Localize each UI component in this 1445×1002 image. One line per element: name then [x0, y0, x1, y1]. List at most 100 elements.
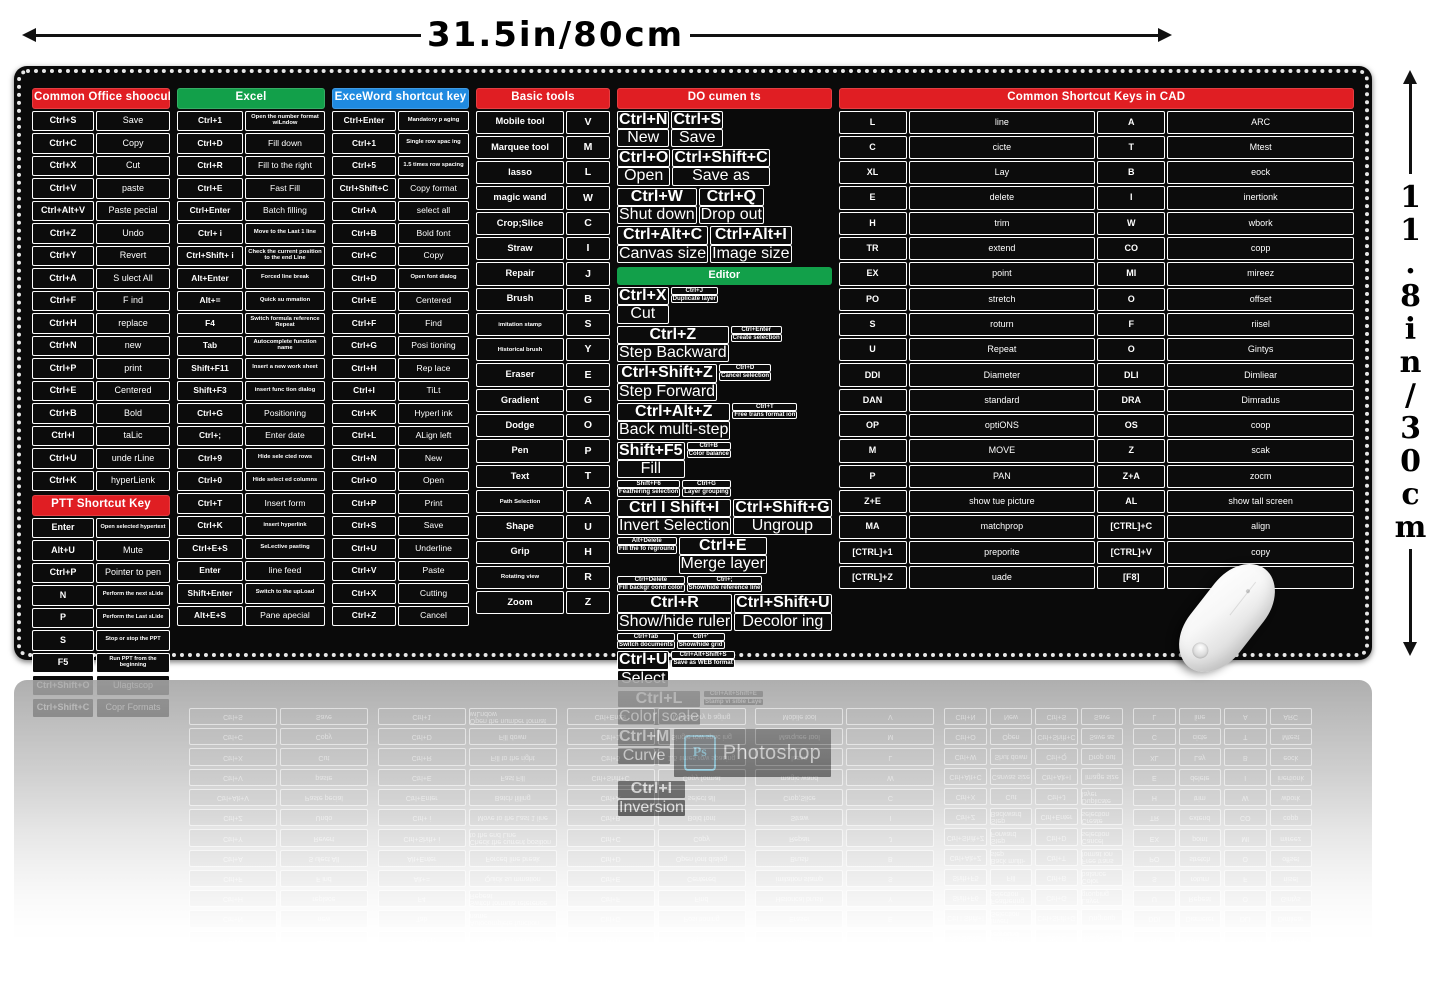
shortcut-key: Ctrl+Alt+C — [617, 226, 709, 245]
reflection-cell: Repair — [755, 829, 844, 847]
reflection-cell: Fill down — [468, 728, 557, 746]
table-row: Ctrl+E Fast Fill — [177, 178, 325, 199]
reflection-row: Ctrl+O Open Ctrl+Shift+C Save as — [944, 728, 1124, 746]
shortcut-key: Shift+Enter — [177, 583, 243, 604]
reflection-row: XL Lay Beock — [1133, 748, 1312, 766]
shortcut-action: Stop or stop the PPT — [96, 630, 170, 651]
table-row: Ctrl+O Open Ctrl+Shift+C Save as — [617, 149, 832, 186]
shortcut-action: Rep lace — [398, 358, 469, 379]
shortcut-action: align — [1167, 515, 1355, 539]
shortcut-action: zocm — [1167, 464, 1355, 488]
reflection-cell: U — [1133, 890, 1176, 908]
reflection-cell: Batch filling — [468, 788, 557, 807]
block-header-documents: DO cumen ts — [617, 88, 832, 109]
table-row: Ctrl+Shift+ i Check the current position … — [177, 245, 325, 266]
reflection-row: Ctrl+D Fill down — [377, 728, 557, 746]
reflection-cell: Alt+= — [377, 869, 466, 888]
reflection-cell: Cut — [279, 748, 368, 766]
reflection-cell: stretch — [1178, 849, 1222, 867]
pad-reflection: Ctrl+S Save Ctrl+C Copy Ctrl+X Cut Ctrl+V paste… — [14, 680, 1372, 980]
reflection-cell: Cancel selection — [1080, 828, 1124, 846]
table-row: Ctrl+P print — [32, 358, 170, 379]
table-row: magic wand W — [476, 186, 610, 210]
row-half-right: OS coop — [1097, 414, 1355, 438]
shortcut-block-cad: Common Shortcut Keys in CAD Lline A ARC Ccic… — [838, 88, 1355, 590]
reflection-cell: Centered — [279, 950, 368, 969]
shortcut-key: Ctrl+F — [32, 290, 94, 311]
reflection-cell: Undo — [279, 809, 368, 827]
reflection-row: Ctrl+N new — [189, 910, 368, 928]
shortcut-key: Gradient — [476, 388, 564, 413]
row-half-left: MA matchprop — [838, 515, 1096, 539]
shortcut-key: magic wand — [476, 186, 564, 210]
shortcut-key: Ctrl+0 — [177, 470, 243, 491]
row-half-right: Friisel — [1097, 312, 1355, 337]
shortcut-key: M — [838, 439, 907, 463]
reflection-row: Mobile tool V — [755, 708, 935, 726]
shortcut-action: Drop out — [698, 206, 764, 225]
shortcut-action: Autocomplete function name — [245, 335, 325, 356]
shortcut-key: imitation stamp — [476, 312, 564, 337]
reflection-cell: F4 — [377, 890, 466, 908]
shortcut-action: Perform the next sLide — [96, 585, 170, 606]
table-row: Ctrl+R Fill to the right — [177, 155, 325, 176]
reflection-row: lasso L — [755, 748, 935, 766]
reflection-cell: line — [1178, 708, 1222, 726]
table-row: Edelete Iinertionk — [838, 186, 1355, 210]
shortcut-key: Zoom — [476, 591, 564, 615]
table-row: Ctrl+V paste — [32, 178, 170, 199]
shortcut-action: Fill the fo reground — [617, 545, 677, 554]
mouse-pad: Common Office shoocuLs Ctrl+S Save Ctrl+C Co… — [14, 66, 1372, 818]
shortcut-action: Switch formula reference Repeat — [245, 313, 325, 334]
table-row: Enter line feed — [177, 560, 325, 581]
row-half-left: Ctrl+Z Step Backward — [617, 325, 729, 363]
shortcut-tables-container: Common Office shoocuLs Ctrl+S Save Ctrl+C Co… — [32, 88, 1355, 818]
row-half-left: Ctrl+R Show/hide ruler — [617, 594, 733, 631]
reflection-cell: Mtest — [1269, 728, 1312, 746]
mouse-scroll-ball[interactable] — [1189, 639, 1212, 662]
reflection-row: DAN standard DRA Dimradus — [1133, 930, 1312, 948]
reflection-row: Ctrl+S Save — [189, 708, 368, 726]
reflection-cell: Quick su mmation — [468, 869, 557, 888]
table-row: Zoom Z — [476, 591, 610, 615]
shortcut-action: Insert form — [245, 493, 325, 514]
shortcut-action: V — [566, 110, 610, 134]
shortcut-key: C — [838, 135, 907, 160]
reflection-row: Ctrl+E Fast Fill — [377, 768, 557, 786]
reflection-row: Htrim Wwbork — [1133, 788, 1312, 807]
reflection-cell: Fill backgr oond color — [989, 948, 1033, 968]
shortcut-key: Ctrl+E — [332, 290, 396, 311]
reflection-row: Ctrl+Y Revert — [189, 829, 368, 847]
shortcut-action: Bold font — [398, 223, 469, 244]
reflection-cell: S — [846, 869, 935, 888]
row-half-left: PO stretch — [838, 287, 1096, 311]
reflection-row: F4 Switch formula reference Repeat — [377, 890, 557, 908]
table-row: Ctrl+W Shut down Ctrl+Q Drop out — [617, 187, 832, 225]
shortcut-action: preporite — [908, 540, 1096, 564]
shortcut-action: TiLt — [398, 380, 469, 401]
table-row: lasso L — [476, 161, 610, 185]
reflection-cell: lasso — [755, 748, 844, 766]
shortcut-key: DDI — [838, 363, 907, 387]
shortcut-action: Quick su mmation — [245, 290, 325, 311]
row-half-right: Ctrl+T Free trans format ion — [732, 402, 798, 440]
reflection-cell: Ctrl+X — [944, 788, 987, 806]
shortcut-key: Ctrl+S — [332, 515, 396, 536]
shortcut-action: Posi tioning — [398, 335, 469, 356]
shortcut-action: Ungroup — [733, 516, 832, 536]
row-half-left: OP optiONS — [838, 414, 1096, 438]
shortcut-action: Positioning — [245, 403, 325, 424]
shortcut-action: Hyperl ink — [398, 403, 469, 424]
shortcut-key: Ctrl+C — [332, 245, 396, 266]
reflection-row: Eraser E — [755, 910, 935, 928]
shortcut-key: Ctrl+Shift+ i — [177, 245, 243, 266]
shortcut-action: Pane apecial — [245, 605, 325, 626]
reflection-row: Ctrl+Delete Fill backgr oond color Ctrl+; S… — [944, 948, 1124, 968]
shortcut-action: taLic — [96, 425, 170, 446]
table-row: Ctrl+5 1.5 times row spacing — [332, 155, 469, 176]
shortcut-action: J — [566, 262, 610, 286]
mouse-seam — [1229, 581, 1257, 616]
row-half-right: Ctrl+J Duplicate layer — [670, 287, 718, 324]
shortcut-action: Dimliear — [1167, 363, 1355, 387]
shortcut-action: R — [566, 565, 610, 590]
